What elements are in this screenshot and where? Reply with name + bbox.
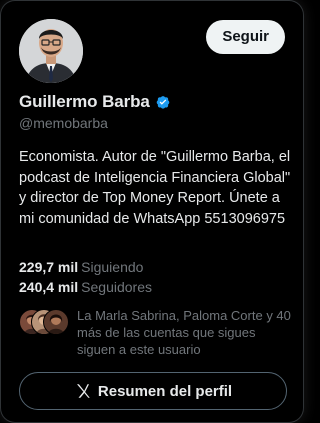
name-row: Guillermo Barba [19, 92, 172, 112]
following-label: Siguiendo [81, 259, 144, 275]
profile-photo [19, 19, 83, 83]
followers-label: Seguidores [81, 279, 152, 295]
following-count: 229,7 mil [19, 259, 79, 275]
profile-summary-label: Resumen del perfil [97, 382, 233, 400]
display-name[interactable]: Guillermo Barba [19, 92, 150, 112]
mutual-avatars [19, 309, 69, 335]
bio-text: Economista. Autor de "Guillermo Barba, e… [19, 149, 291, 227]
profile-hover-card: Seguir Guillermo Barba @memobarba Econom… [1, 1, 303, 422]
followers-you-know[interactable]: La Marla Sabrina, Paloma Corte y 40 más … [19, 307, 291, 358]
avatar[interactable] [19, 19, 83, 83]
handle[interactable]: @memobarba [19, 115, 108, 131]
followers-count: 240,4 mil [19, 279, 79, 295]
follow-button[interactable]: Seguir [206, 20, 285, 54]
followers-you-know-text: La Marla Sabrina, Paloma Corte y 40 más … [77, 308, 291, 357]
followers-stat[interactable]: 240,4 mil Seguidores [19, 279, 152, 295]
mutual-avatar [43, 309, 69, 335]
profile-summary-button[interactable]: Resumen del perfil [19, 372, 287, 410]
grok-icon [74, 382, 92, 400]
verified-badge-icon[interactable] [154, 93, 172, 111]
following-stat[interactable]: 229,7 mil Siguiendo [19, 259, 143, 275]
